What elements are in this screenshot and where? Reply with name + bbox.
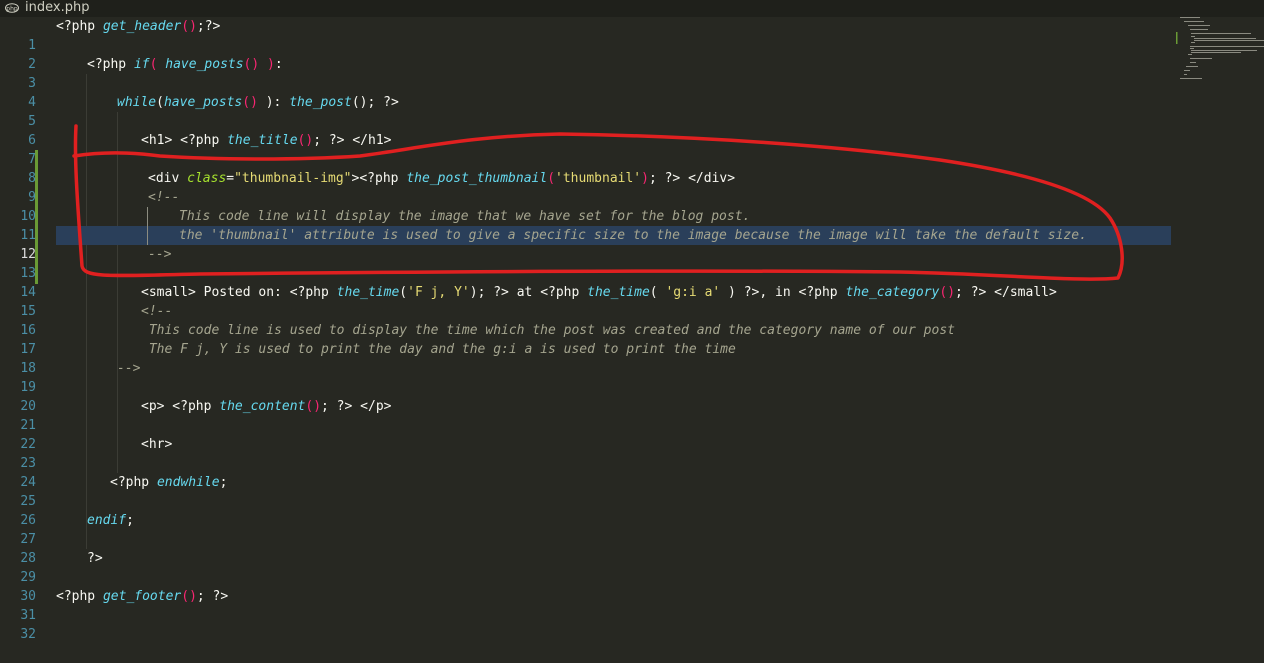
code-line-27[interactable]: 27 endif; bbox=[0, 511, 1264, 547]
code-line-12[interactable]: 12 the 'thumbnail' attribute is used to … bbox=[0, 226, 1264, 262]
code-line-5[interactable]: 5 while(have_posts() ): the_post(); ?> bbox=[0, 93, 1264, 129]
code-line-13[interactable]: 13 --> bbox=[0, 245, 1264, 281]
tab-bar: php index.php bbox=[0, 0, 1264, 17]
code-line-2[interactable]: 2 bbox=[0, 36, 1264, 72]
code-line-29[interactable]: 29 ?> bbox=[0, 549, 1264, 585]
code-line-15[interactable]: 15 <small> Posted on: <?php the_time('F … bbox=[0, 283, 1264, 319]
code-line-26[interactable]: 26 bbox=[0, 492, 1264, 528]
code-line-32[interactable]: 32 bbox=[0, 606, 1264, 642]
code-line-30[interactable]: 30 bbox=[0, 568, 1264, 604]
code-line-11[interactable]: 11 This code line will display the image… bbox=[0, 207, 1264, 243]
php-file-icon: php bbox=[5, 3, 19, 13]
code-line-31[interactable]: 31 <?php get_footer(); ?> bbox=[0, 587, 1264, 623]
code-line-1[interactable]: 1 <?php get_header();?> bbox=[0, 17, 1264, 53]
code-line-3[interactable]: 3 <?php if( have_posts() ): bbox=[0, 55, 1264, 91]
code-line-22[interactable]: 22 bbox=[0, 416, 1264, 452]
tab-title[interactable]: index.php bbox=[25, 0, 89, 16]
code-line-21[interactable]: 21 <p> <?php the_content(); ?> </p> bbox=[0, 397, 1264, 433]
code-line-24[interactable]: 24 bbox=[0, 454, 1264, 490]
code-line-20[interactable]: 20 bbox=[0, 378, 1264, 414]
code-line-16[interactable]: 16 <!-- bbox=[0, 302, 1264, 338]
code-line-10[interactable]: 10 <!-- bbox=[0, 188, 1264, 224]
line-number: 32 bbox=[20, 627, 36, 642]
code-line-9[interactable]: 9 <div class="thumbnail-img"><?php the_p… bbox=[0, 169, 1264, 205]
minimap[interactable] bbox=[1176, 17, 1264, 97]
code-line-14[interactable]: 14 bbox=[0, 264, 1264, 300]
code-line-23[interactable]: 23 <hr> bbox=[0, 435, 1264, 471]
code-line-4[interactable]: 4 bbox=[0, 74, 1264, 110]
code-line-8[interactable]: 8 bbox=[0, 150, 1264, 186]
code-line-17[interactable]: 17 This code line is used to display the… bbox=[0, 321, 1264, 357]
svg-text:php: php bbox=[6, 6, 18, 13]
code-line-25[interactable]: 25 <?php endwhile; bbox=[0, 473, 1264, 509]
code-editor[interactable]: 1 <?php get_header();?> 2 3 <?php if( ha… bbox=[0, 17, 1264, 642]
code-line-7[interactable]: 7 <h1> <?php the_title(); ?> </h1> bbox=[0, 131, 1264, 167]
code-line-19[interactable]: 19 --> bbox=[0, 359, 1264, 395]
code-line-6[interactable]: 6 bbox=[0, 112, 1264, 148]
text-cursor bbox=[147, 207, 148, 245]
code-line-18[interactable]: 18 The F j, Y is used to print the day a… bbox=[0, 340, 1264, 376]
code-line-28[interactable]: 28 bbox=[0, 530, 1264, 566]
